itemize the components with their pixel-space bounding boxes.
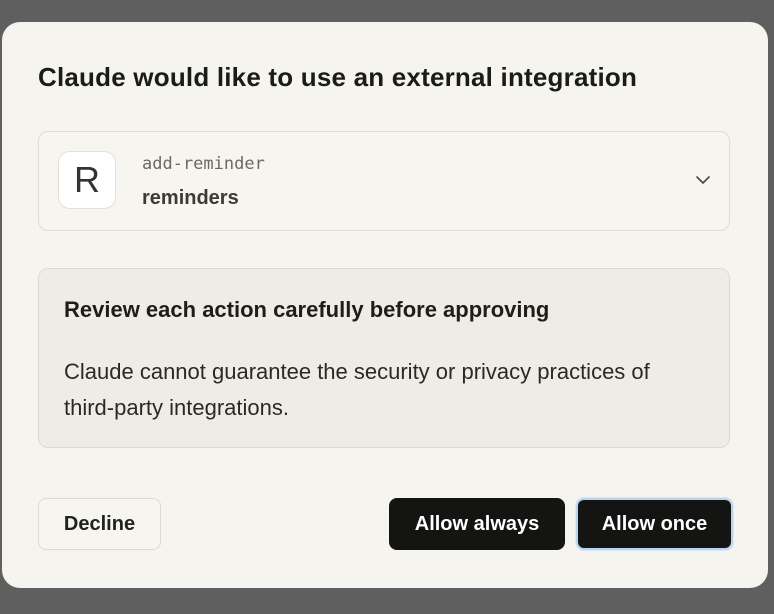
warning-title: Review each action carefully before appr… [64,297,550,322]
tool-server-name: reminders [142,187,239,209]
tool-avatar: R [58,151,116,209]
decline-button[interactable]: Decline [38,498,161,550]
tool-details-card[interactable]: R add-reminder reminders [38,131,730,231]
security-warning-box: Review each action carefully before appr… [38,268,730,448]
dialog-title: Claude would like to use an external int… [38,62,638,92]
allow-always-button[interactable]: Allow always [389,498,565,550]
chevron-down-icon[interactable] [695,174,711,186]
warning-body: Claude cannot guarantee the security or … [64,359,650,420]
integration-permission-dialog: Claude would like to use an external int… [2,22,768,588]
tool-name: add-reminder [142,154,265,174]
allow-once-button[interactable]: Allow once [576,498,733,550]
